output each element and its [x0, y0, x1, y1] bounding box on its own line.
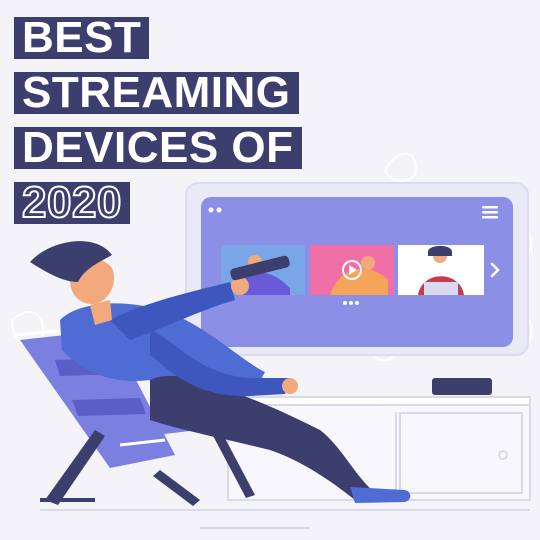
headline-line-1: BEST — [14, 13, 150, 62]
headline-line-3: DEVICES OF — [14, 123, 302, 172]
pagination-dots-icon[interactable] — [343, 301, 359, 305]
headline-text-4: 2020 — [21, 178, 122, 227]
thumbnail-2[interactable] — [310, 245, 394, 295]
streaming-device-box — [432, 378, 492, 395]
thumbnail-3[interactable] — [398, 245, 484, 295]
headline-text-2: STREAMING — [22, 68, 291, 117]
headline-text-3: DEVICES OF — [22, 123, 294, 172]
headline-line-4: 2020 — [14, 178, 130, 227]
floor-lines — [40, 509, 530, 529]
headline-text-1: BEST — [22, 13, 142, 62]
hamburger-menu-icon[interactable] — [482, 206, 498, 219]
headline-line-2: STREAMING — [14, 68, 299, 117]
